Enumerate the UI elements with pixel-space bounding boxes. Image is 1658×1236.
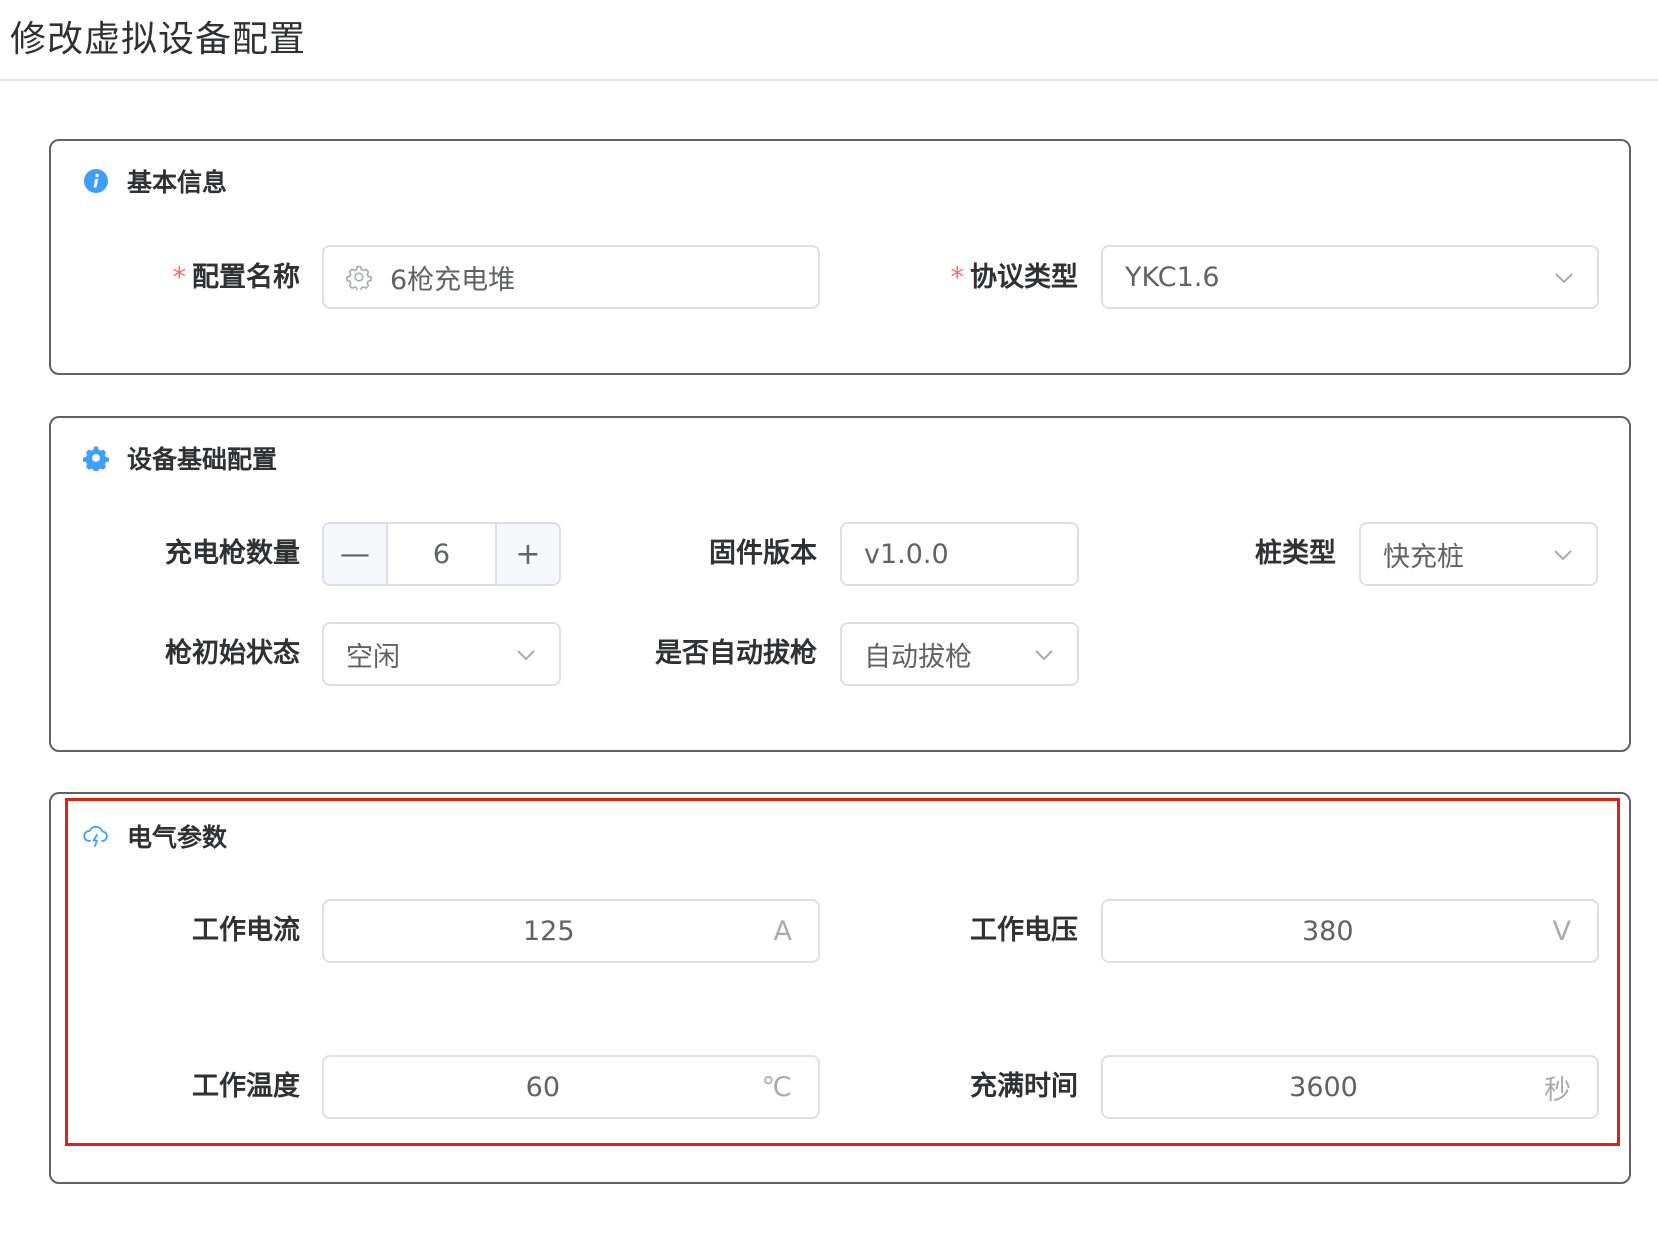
auto-unplug-label: 是否自动拔枪 xyxy=(655,638,817,669)
working-current-value: 125 xyxy=(522,915,575,947)
info-icon xyxy=(84,169,108,193)
working-voltage-label: 工作电压 xyxy=(970,915,1078,946)
working-voltage-input[interactable]: 380 V xyxy=(1101,899,1599,963)
gun-initial-state-select[interactable]: 空闲 xyxy=(322,622,561,686)
full-charge-time-input[interactable]: 3600 秒 xyxy=(1101,1055,1599,1119)
electrical-params-title: 电气参数 xyxy=(127,823,228,852)
working-temperature-value: 60 xyxy=(525,1071,561,1103)
auto-unplug-value: 自动拔枪 xyxy=(864,641,972,673)
gun-count-label: 充电枪数量 xyxy=(165,538,300,569)
full-charge-time-label: 充满时间 xyxy=(970,1071,1078,1102)
auto-unplug-select[interactable]: 自动拔枪 xyxy=(840,622,1079,686)
voltage-unit: V xyxy=(1552,915,1571,947)
basic-info-title: 基本信息 xyxy=(127,168,228,197)
full-charge-time-value: 3600 xyxy=(1289,1071,1358,1103)
protocol-type-value: YKC1.6 xyxy=(1125,261,1220,293)
working-temperature-label: 工作温度 xyxy=(192,1071,300,1102)
gun-initial-state-value: 空闲 xyxy=(346,641,400,673)
firmware-version-input[interactable]: v1.0.0 xyxy=(840,522,1079,586)
chevron-down-icon xyxy=(1555,273,1573,284)
decrease-button[interactable]: — xyxy=(324,524,388,584)
config-name-value: 6枪充电堆 xyxy=(390,264,516,296)
gun-count-value[interactable]: 6 xyxy=(388,539,495,570)
electrical-params-header: 电气参数 xyxy=(83,818,227,854)
device-config-title: 设备基础配置 xyxy=(127,445,278,474)
config-name-label: * 配置名称 xyxy=(172,262,301,293)
required-mark: * xyxy=(950,262,965,293)
chevron-down-icon xyxy=(517,650,535,661)
page-title: 修改虚拟设备配置 xyxy=(10,19,307,60)
device-config-header: 设备基础配置 xyxy=(83,440,277,476)
working-current-input[interactable]: 125 A xyxy=(322,899,820,963)
firmware-version-label: 固件版本 xyxy=(709,538,817,569)
firmware-version-value: v1.0.0 xyxy=(864,538,949,570)
protocol-type-label: * 协议类型 xyxy=(950,262,1079,293)
protocol-type-select[interactable]: YKC1.6 xyxy=(1101,245,1599,309)
time-unit: 秒 xyxy=(1544,1074,1571,1106)
working-temperature-input[interactable]: 60 ℃ xyxy=(322,1055,820,1119)
pile-type-value: 快充桩 xyxy=(1383,541,1464,573)
gun-count-stepper[interactable]: — 6 + xyxy=(322,522,561,586)
required-mark: * xyxy=(172,262,187,293)
gear-outline-icon xyxy=(346,265,372,290)
working-current-label: 工作电流 xyxy=(192,915,300,946)
gear-icon xyxy=(83,446,109,471)
electrical-params-card: 电气参数 xyxy=(49,792,1631,1184)
working-voltage-value: 380 xyxy=(1301,915,1354,947)
increase-button[interactable]: + xyxy=(495,524,559,584)
current-unit: A xyxy=(773,915,792,947)
basic-info-header: 基本信息 xyxy=(83,163,227,199)
page-header: 修改虚拟设备配置 xyxy=(0,0,1658,81)
chevron-down-icon xyxy=(1554,550,1572,561)
config-name-input[interactable]: 6枪充电堆 xyxy=(322,245,820,309)
temperature-unit: ℃ xyxy=(761,1071,792,1103)
chevron-down-icon xyxy=(1035,650,1053,661)
pile-type-select[interactable]: 快充桩 xyxy=(1359,522,1598,586)
pile-type-label: 桩类型 xyxy=(1255,538,1336,569)
cloud-lightning-icon xyxy=(83,825,108,847)
gun-initial-state-label: 枪初始状态 xyxy=(165,638,300,669)
